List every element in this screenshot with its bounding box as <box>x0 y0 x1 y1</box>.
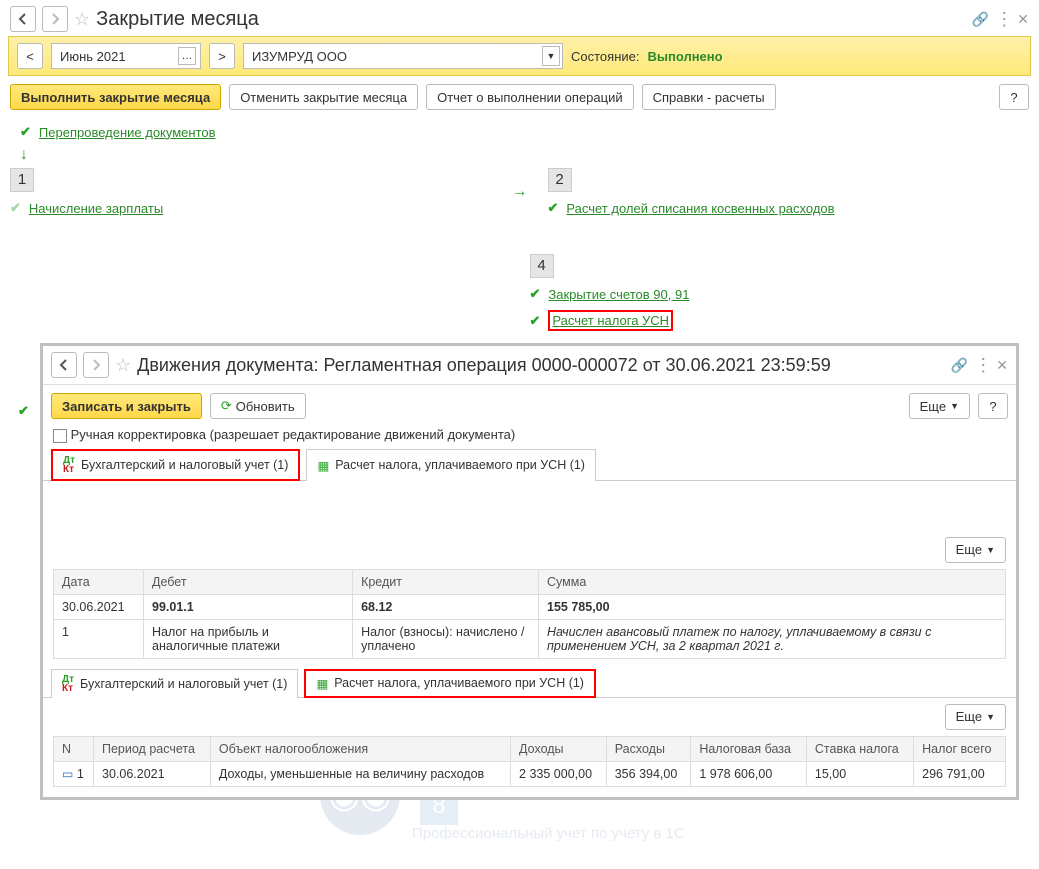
help-button[interactable]: ? <box>978 393 1008 419</box>
col-credit: Кредит <box>353 569 539 594</box>
close-icon[interactable]: ✕ <box>996 357 1008 374</box>
arrow-right-icon: → <box>512 183 528 200</box>
col-period: Период расчета <box>94 736 211 761</box>
usn-table: N Период расчета Объект налогообложения … <box>53 736 1006 787</box>
cancel-close-button[interactable]: Отменить закрытие месяца <box>229 84 418 110</box>
kebab-icon[interactable]: ⋮ <box>974 355 990 376</box>
nav-fwd[interactable] <box>42 6 68 32</box>
more-button[interactable]: Еще▼ <box>945 704 1006 730</box>
card-icon: ▭ <box>62 767 73 781</box>
dtkt-icon: ДтКт <box>62 675 74 693</box>
refresh-button[interactable]: ⟳ Обновить <box>210 393 306 419</box>
accounting-table: Дата Дебет Кредит Сумма 30.06.2021 99.01… <box>53 569 1006 659</box>
tab-accounting[interactable]: ДтКт Бухгалтерский и налоговый учет (1) <box>51 669 298 698</box>
link-icon[interactable]: 🔗 <box>972 11 989 28</box>
table-row[interactable]: 30.06.2021 99.01.1 68.12 155 785,00 <box>54 594 1006 619</box>
col-n: N <box>54 736 94 761</box>
period-picker-icon[interactable]: … <box>178 47 196 65</box>
org-dropdown-icon[interactable]: ▼ <box>542 46 560 66</box>
step-4-badge: 4 <box>530 254 554 278</box>
help-button[interactable]: ? <box>999 84 1029 110</box>
more-button[interactable]: Еще▼ <box>909 393 970 419</box>
save-close-button[interactable]: Записать и закрыть <box>51 393 202 419</box>
tab-usn-calc[interactable]: ▦ Расчет налога, уплачиваемого при УСН (… <box>306 449 596 481</box>
close-accounts-link[interactable]: Закрытие счетов 90, 91 <box>548 287 689 302</box>
col-base: Налоговая база <box>691 736 807 761</box>
col-tax: Налог всего <box>914 736 1006 761</box>
more-button[interactable]: Еще▼ <box>945 537 1006 563</box>
arrow-down-icon: ↓ <box>0 146 1039 164</box>
table-row[interactable]: ▭ 1 30.06.2021 Доходы, уменьшенные на ве… <box>54 761 1006 786</box>
step-2-badge: 2 <box>548 168 572 192</box>
col-income: Доходы <box>511 736 607 761</box>
run-close-button[interactable]: Выполнить закрытие месяца <box>10 84 221 110</box>
star-icon[interactable]: ☆ <box>74 9 90 30</box>
inner-nav-fwd[interactable] <box>83 352 109 378</box>
page-title: Закрытие месяца <box>96 8 259 31</box>
check-icon: ✔ <box>20 124 31 140</box>
period-next[interactable]: > <box>209 43 235 69</box>
grid-icon: ▦ <box>317 458 329 473</box>
movements-window: ☆ Движения документа: Регламентная опера… <box>40 343 1019 800</box>
check-icon: ✔ <box>10 200 21 216</box>
manual-label: Ручная корректировка (разрешает редактир… <box>71 427 516 442</box>
refresh-icon: ⟳ <box>221 398 232 414</box>
step-1-badge: 1 <box>10 168 34 192</box>
kebab-icon[interactable]: ⋮ <box>995 9 1011 30</box>
inner-nav-back[interactable] <box>51 352 77 378</box>
state-value: Выполнено <box>647 49 722 64</box>
check-icon: ✔ <box>18 403 29 419</box>
check-icon: ✔ <box>530 286 541 302</box>
col-expense: Расходы <box>606 736 691 761</box>
tab-accounting[interactable]: ДтКт Бухгалтерский и налоговый учет (1) <box>51 449 300 481</box>
dtkt-icon: ДтКт <box>63 456 75 474</box>
close-icon[interactable]: ✕ <box>1017 11 1029 28</box>
period-bar: < Июнь 2021 … > ИЗУМРУД ООО ▼ Состояние:… <box>8 36 1031 76</box>
refs-button[interactable]: Справки - расчеты <box>642 84 776 110</box>
star-icon[interactable]: ☆ <box>115 355 131 376</box>
grid-icon: ▦ <box>316 676 328 691</box>
col-sum: Сумма <box>539 569 1006 594</box>
manual-checkbox[interactable] <box>53 429 67 443</box>
nav-back[interactable] <box>10 6 36 32</box>
col-debit: Дебет <box>144 569 353 594</box>
check-icon: ✔ <box>548 200 559 216</box>
org-value: ИЗУМРУД ООО <box>252 49 347 64</box>
link-icon[interactable]: 🔗 <box>951 357 968 374</box>
period-prev[interactable]: < <box>17 43 43 69</box>
check-icon: ✔ <box>530 313 541 329</box>
org-input[interactable]: ИЗУМРУД ООО ▼ <box>243 43 563 69</box>
report-button[interactable]: Отчет о выполнении операций <box>426 84 634 110</box>
col-rate: Ставка налога <box>806 736 913 761</box>
tab-usn-calc[interactable]: ▦ Расчет налога, уплачиваемого при УСН (… <box>304 669 596 698</box>
col-object: Объект налогообложения <box>210 736 510 761</box>
indirect-link[interactable]: Расчет долей списания косвенных расходов <box>566 201 834 216</box>
recalc-link[interactable]: Перепроведение документов <box>39 125 216 140</box>
table-row[interactable]: 1 Налог на прибыль и аналогичные платежи… <box>54 619 1006 658</box>
state-label: Состояние: <box>571 49 639 64</box>
period-value: Июнь 2021 <box>60 49 126 64</box>
usn-tax-link[interactable]: Расчет налога УСН <box>552 313 669 328</box>
col-date: Дата <box>54 569 144 594</box>
inner-title: Движения документа: Регламентная операци… <box>137 355 831 376</box>
period-input[interactable]: Июнь 2021 … <box>51 43 201 69</box>
salary-link[interactable]: Начисление зарплаты <box>29 201 163 216</box>
